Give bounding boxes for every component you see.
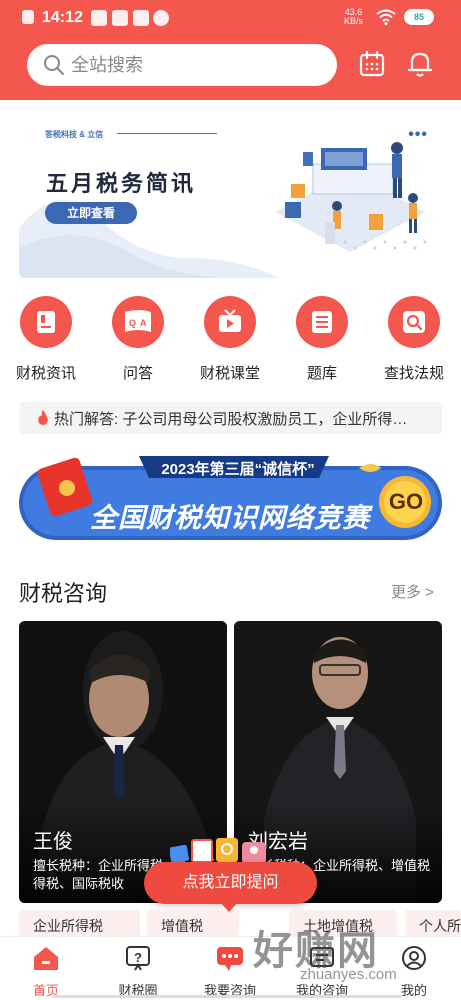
home-indicator xyxy=(52,995,402,998)
banner-title: 五月税务简讯 xyxy=(46,171,197,196)
header: 14:12 43.6 KB/s 85 xyxy=(0,0,461,100)
promo-banner[interactable]: 答税科技 & 立信 五月税务简讯 立即查看 ••• xyxy=(19,108,442,278)
grid-item-classroom[interactable]: 财税课堂 xyxy=(184,296,276,383)
document-icon xyxy=(20,296,72,348)
tag-chip[interactable]: 企业所得税 xyxy=(19,910,140,936)
svg-text:?: ? xyxy=(134,950,142,965)
contest-subtitle: 2023年第三届“诚信杯” xyxy=(161,461,315,478)
banner-view-button[interactable]: 立即查看 xyxy=(45,202,137,224)
contest-title: 全国财税知识网络竞赛 xyxy=(90,503,370,533)
net-speed-unit: KB/s xyxy=(344,16,364,26)
banner-divider xyxy=(117,133,217,134)
fire-icon xyxy=(38,410,48,425)
search-icon xyxy=(44,55,64,75)
tab-home[interactable]: 首页 xyxy=(0,943,92,999)
grid-item-news[interactable]: 财税资讯 xyxy=(0,296,92,383)
more-link[interactable]: 更多 > xyxy=(391,581,434,602)
feature-grid: 财税资讯 QA 问答 财税课堂 题库 查找法规 xyxy=(0,296,461,386)
list-icon xyxy=(296,296,348,348)
consultant-name: 王俊 xyxy=(33,831,73,853)
grid-label: 财税课堂 xyxy=(199,365,260,382)
ask-now-button[interactable]: 点我立即提问 xyxy=(144,862,317,904)
search-input[interactable] xyxy=(71,54,321,76)
question-circle-icon: ? xyxy=(126,946,150,971)
tag-chip[interactable]: 个人所得 xyxy=(405,910,461,936)
tag-chip[interactable]: 增值税 xyxy=(147,910,239,936)
watermark-url: zhuanyes.com xyxy=(300,966,397,983)
svg-text:Q: Q xyxy=(129,318,136,328)
grid-label: 查找法规 xyxy=(383,365,444,382)
hot-answers-text: 热门解答: 子公司用母公司股权激励员工，企业所得… xyxy=(54,410,408,428)
battery-icon: 85 xyxy=(404,9,434,25)
grid-item-regulations[interactable]: 查找法规 xyxy=(368,296,460,383)
grid-item-qa[interactable]: QA 问答 xyxy=(92,296,184,383)
grid-label: 问答 xyxy=(122,365,153,382)
qa-icon: QA xyxy=(112,296,164,348)
search-doc-icon xyxy=(388,296,440,348)
check-icon xyxy=(153,10,169,26)
grid-label: 题库 xyxy=(306,365,337,382)
status-bar: 14:12 43.6 KB/s 85 xyxy=(0,0,461,36)
calendar-icon[interactable] xyxy=(358,50,386,78)
tab-circle[interactable]: ? 财税圈 xyxy=(92,943,184,999)
sim-icon xyxy=(22,10,34,24)
app-icon xyxy=(133,10,149,26)
home-icon xyxy=(34,947,58,970)
banner-illustration xyxy=(275,142,427,252)
tag-row: 企业所得税 增值税 土地增值税 个人所得 xyxy=(19,910,461,936)
mail-icon xyxy=(91,10,107,26)
app-screen: 14:12 43.6 KB/s 85 全站搜索 答税科技 & 立信 五月税务简讯… xyxy=(0,0,461,1000)
contest-go-button[interactable]: GO xyxy=(387,489,425,519)
user-icon xyxy=(402,946,426,970)
bell-icon[interactable] xyxy=(406,50,434,78)
banner-brand: 答税科技 & 立信 xyxy=(45,130,104,139)
search-bar[interactable] xyxy=(27,44,337,86)
grid-item-question-bank[interactable]: 题库 xyxy=(276,296,368,383)
net-speed: 43.6 KB/s xyxy=(344,8,363,26)
hot-answers-bar[interactable]: 热门解答: 子公司用母公司股权激励员工，企业所得… xyxy=(19,402,442,434)
section-title: 财税咨询 xyxy=(19,581,108,606)
grid-label: 财税资讯 xyxy=(15,365,76,382)
chat-icon xyxy=(217,947,243,971)
svg-text:A: A xyxy=(140,318,147,328)
status-time: 14:12 xyxy=(42,9,83,26)
ask-bubble-tail xyxy=(220,902,238,912)
tv-icon xyxy=(204,296,256,348)
wifi-icon xyxy=(376,9,396,25)
crown-icon xyxy=(112,10,128,26)
